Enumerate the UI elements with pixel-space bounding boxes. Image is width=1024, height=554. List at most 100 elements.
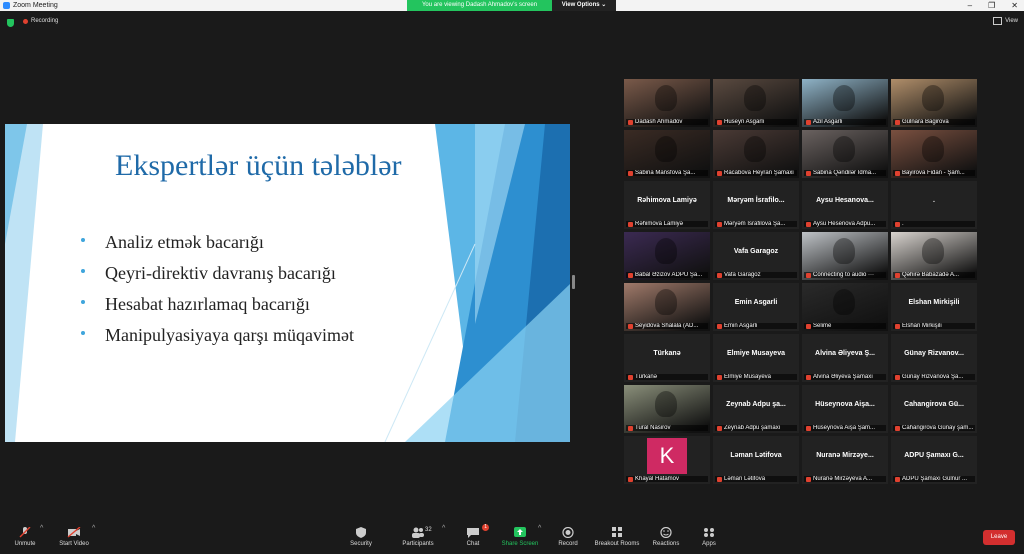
bullet-icon bbox=[81, 269, 85, 273]
leave-button[interactable]: Leave bbox=[983, 530, 1015, 545]
participant-tile[interactable]: Vafa Garagoz Vafa Garagoz bbox=[713, 232, 799, 280]
slide-bullet: Hesabat hazırlamaq bacarığı bbox=[75, 294, 354, 325]
participant-silhouette bbox=[922, 85, 944, 111]
participant-tile[interactable]: Emin Asgarli Emin Asgarli bbox=[713, 283, 799, 331]
participant-tile[interactable]: Zeynab Adpu şa... Zeynab Adpu şamaxı bbox=[713, 385, 799, 433]
participant-tile[interactable]: Məryəm İsrafilo... Məryəm İsrafilova Şa..… bbox=[713, 181, 799, 229]
participant-name: . bbox=[902, 221, 904, 227]
participant-name: Rəhimova Lamiyə bbox=[635, 221, 684, 227]
participant-name: Racabova Heyran Şamaxi bbox=[724, 170, 794, 176]
split-view-handle[interactable] bbox=[572, 275, 575, 289]
participant-center-name: Nuranə Mirzəye... bbox=[816, 452, 874, 459]
muted-mic-icon bbox=[628, 119, 633, 125]
participant-tile[interactable]: Cahangirova Gü... Cahangirova Günay şam..… bbox=[891, 385, 977, 433]
participant-name: Huseyn Asgarli bbox=[724, 119, 765, 125]
participant-name: Qəhirə Babazadə A... bbox=[902, 272, 960, 278]
participant-tile[interactable]: ADPU Şamaxı G... ADPU Şamaxı Gülnur ... bbox=[891, 436, 977, 484]
close-icon[interactable]: ✕ bbox=[1011, 0, 1018, 11]
participant-tile[interactable]: Günay Rizvanov... Günay Rizvanova Şa... bbox=[891, 334, 977, 382]
participant-tile[interactable]: Racabova Heyran Şamaxi bbox=[713, 130, 799, 178]
muted-mic-icon bbox=[717, 170, 722, 176]
participant-tile[interactable]: Elmiye Musayeva Elmiye Musayeva bbox=[713, 334, 799, 382]
muted-mic-icon bbox=[895, 272, 900, 278]
participant-tile[interactable]: Hüseynova Aişa... Hüseynova Aişa Şam... bbox=[802, 385, 888, 433]
recording-indicator[interactable]: Recording bbox=[23, 18, 58, 24]
participant-tile[interactable]: .. bbox=[891, 181, 977, 229]
security-shield-icon[interactable] bbox=[7, 19, 14, 27]
participant-center-name: Emin Asgarli bbox=[734, 299, 778, 306]
participant-tile[interactable]: Tural Nasirov bbox=[624, 385, 710, 433]
participant-name-label: Huseyn Asgarli bbox=[715, 119, 797, 125]
participant-tile[interactable]: Seyidova Shalala (AD... bbox=[624, 283, 710, 331]
view-options-button[interactable]: View Options ⌄ bbox=[552, 0, 616, 11]
participant-name-label: Zeynab Adpu şamaxı bbox=[715, 425, 797, 431]
window-controls: – ❐ ✕ bbox=[968, 0, 1018, 11]
slide-title: Ekspertlər üçün tələblər bbox=[115, 149, 402, 182]
participants-icon bbox=[412, 527, 424, 538]
participant-tile[interactable]: Bayirova Fidan - Şam... bbox=[891, 130, 977, 178]
bullet-icon bbox=[81, 300, 85, 304]
participant-tile[interactable]: Ləman Lətifova Ləman Lətifova bbox=[713, 436, 799, 484]
security-button[interactable]: Security bbox=[346, 527, 376, 547]
zoom-app-icon bbox=[3, 2, 10, 9]
maximize-icon[interactable]: ❐ bbox=[988, 0, 995, 11]
participant-name: Günay Rizvanova Şa... bbox=[902, 374, 964, 380]
participants-button[interactable]: Participants 32 bbox=[398, 527, 438, 547]
share-options-caret[interactable]: ^ bbox=[538, 525, 541, 532]
video-options-caret[interactable]: ^ bbox=[92, 525, 95, 532]
muted-mic-icon bbox=[628, 425, 633, 431]
participant-silhouette bbox=[655, 289, 677, 315]
participant-name-label: Hüseynova Aişa Şam... bbox=[804, 425, 886, 431]
view-label: View bbox=[1005, 18, 1018, 24]
participant-name-label: Emin Asgarli bbox=[715, 323, 797, 329]
participant-tile[interactable]: Selime bbox=[802, 283, 888, 331]
participant-name: Khayal Hatamov bbox=[635, 476, 680, 482]
participant-tile[interactable]: Alvina Əliyeva Ş... Alvina Əliyeva Şamaxı bbox=[802, 334, 888, 382]
muted-mic-icon bbox=[628, 221, 633, 227]
participant-tile[interactable]: Türkanə Türkanə bbox=[624, 334, 710, 382]
participant-tile[interactable]: Sabina Mansfova Şa... bbox=[624, 130, 710, 178]
audio-options-caret[interactable]: ^ bbox=[40, 525, 43, 532]
participant-name-label: Sabina Qəndilər İdma... bbox=[804, 170, 886, 176]
participant-tile[interactable]: Nuranə Mirzəye... Nuranə Mirzəyeva A... bbox=[802, 436, 888, 484]
participant-tile[interactable]: Azil Asgarli bbox=[802, 79, 888, 127]
participant-tile[interactable]: Gülnara Bagirova bbox=[891, 79, 977, 127]
smiley-icon bbox=[660, 527, 672, 538]
participant-tile[interactable]: K Khayal Hatamov bbox=[624, 436, 710, 484]
participant-name: ADPU Şamaxı Gülnur ... bbox=[902, 476, 968, 482]
participant-tile[interactable]: Sabina Qəndilər İdma... bbox=[802, 130, 888, 178]
participant-name-label: Məryəm İsrafilova Şa... bbox=[715, 221, 797, 227]
share-screen-button[interactable]: Share Screen bbox=[500, 527, 540, 547]
participant-silhouette bbox=[655, 85, 677, 111]
muted-mic-icon bbox=[717, 374, 722, 380]
participant-center-name: Rəhimova Lamiyə bbox=[637, 197, 697, 204]
participant-name-label: Günay Rizvanova Şa... bbox=[893, 374, 975, 380]
minimize-icon[interactable]: – bbox=[968, 0, 972, 11]
start-video-button[interactable]: Start Video bbox=[55, 527, 93, 547]
reactions-button[interactable]: Reactions bbox=[650, 527, 682, 547]
record-button[interactable]: Record bbox=[555, 527, 581, 547]
participant-tile[interactable]: Connecting to audio ··· bbox=[802, 232, 888, 280]
muted-mic-icon bbox=[717, 119, 722, 125]
participants-options-caret[interactable]: ^ bbox=[442, 525, 445, 532]
bullet-icon bbox=[81, 238, 85, 242]
muted-mic-icon bbox=[806, 170, 811, 176]
participant-name: Ləman Lətifova bbox=[724, 476, 766, 482]
participant-name-label: Connecting to audio ··· bbox=[804, 272, 886, 278]
participant-tile[interactable]: Rəhimova Lamiyə Rəhimova Lamiyə bbox=[624, 181, 710, 229]
view-button[interactable]: View bbox=[993, 17, 1018, 25]
participant-tile[interactable]: Elshan Mirkişili Elshan Mirkişili bbox=[891, 283, 977, 331]
apps-button[interactable]: Apps bbox=[697, 527, 721, 547]
participant-tile[interactable]: Babal Əzizov ADPU Şa... bbox=[624, 232, 710, 280]
breakout-rooms-button[interactable]: Breakout Rooms bbox=[592, 527, 642, 547]
participant-tile[interactable]: Huseyn Asgarli bbox=[713, 79, 799, 127]
participant-name-label: Seyidova Shalala (AD... bbox=[626, 323, 708, 329]
participant-center-name: Günay Rizvanov... bbox=[904, 350, 964, 357]
muted-mic-icon bbox=[628, 476, 633, 482]
chat-button[interactable]: Chat 1 bbox=[459, 524, 489, 547]
participant-tile[interactable]: Aysu Hesanova... Aysu Hesenova Adpu... bbox=[802, 181, 888, 229]
participant-tile[interactable]: Dadash Ahmadov bbox=[624, 79, 710, 127]
participant-tile[interactable]: Qəhirə Babazadə A... bbox=[891, 232, 977, 280]
unmute-button[interactable]: Unmute bbox=[10, 527, 40, 547]
participant-name-label: Rəhimova Lamiyə bbox=[626, 221, 708, 227]
